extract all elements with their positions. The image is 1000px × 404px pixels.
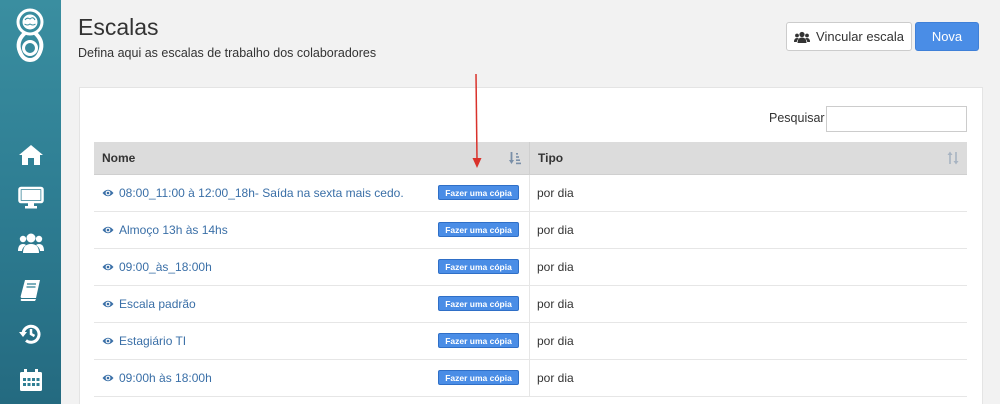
search-label: Pesquisar [769,111,825,125]
schedule-name-link[interactable]: Estagiário TI [119,334,186,348]
column-header-tipo[interactable]: Tipo [530,142,967,174]
sort-ascending-icon[interactable] [509,151,521,165]
schedule-type: por dia [537,334,574,348]
history-icon[interactable] [18,322,44,346]
book-icon[interactable] [18,278,44,302]
table-header: Nome Tipo [94,142,967,175]
home-icon[interactable] [18,143,44,167]
cell-tipo: por dia [530,212,967,248]
schedule-type: por dia [537,371,574,385]
monitor-icon[interactable] [18,186,44,210]
cell-nome: Estagiário TI Fazer uma cópia [94,323,530,359]
search-input[interactable] [826,106,967,132]
copy-schedule-button[interactable]: Fazer uma cópia [438,370,519,385]
cell-nome: Almoço 13h às 14hs Fazer uma cópia [94,212,530,248]
annotation-arrow-icon [472,74,482,168]
copy-schedule-button[interactable]: Fazer uma cópia [438,222,519,237]
table-row: Escala padrão Fazer uma cópia por dia [94,286,967,323]
cell-nome: 09:00h às 18:00h Fazer uma cópia [94,360,530,396]
eye-icon[interactable] [102,188,114,198]
sort-both-icon[interactable] [947,151,959,165]
copy-schedule-button[interactable]: Fazer uma cópia [438,259,519,274]
cell-nome: 08:00_11:00 à 12:00_18h- Saída na sexta … [94,175,530,211]
table-row: Estagiário TI Fazer uma cópia por dia [94,323,967,360]
schedule-type: por dia [537,223,574,237]
table-row: Almoço 13h às 14hs Fazer uma cópia por d… [94,212,967,249]
copy-schedule-label: Fazer uma cópia [445,261,512,272]
column-header-nome[interactable]: Nome [94,142,530,174]
table-row: 08:00_11:00 à 12:00_18h- Saída na sexta … [94,175,967,212]
copy-schedule-label: Fazer uma cópia [445,224,512,235]
cell-nome: 09:00_às_18:00h Fazer uma cópia [94,249,530,285]
column-tipo-label: Tipo [538,151,564,165]
users-icon [794,31,811,43]
cell-tipo: por dia [530,360,967,396]
page-subtitle: Defina aqui as escalas de trabalho dos c… [78,46,377,60]
schedules-table: Nome Tipo 08:00_11:00 à 12:00_18h- Saída… [94,142,967,397]
sidebar [0,0,61,404]
brain-logo-icon[interactable] [13,8,47,64]
copy-schedule-label: Fazer uma cópia [445,187,512,198]
column-nome-label: Nome [102,151,136,165]
cell-tipo: por dia [530,286,967,322]
eye-icon[interactable] [102,262,114,272]
copy-schedule-button[interactable]: Fazer uma cópia [438,185,519,200]
schedule-name-link[interactable]: Almoço 13h às 14hs [119,223,228,237]
eye-icon[interactable] [102,299,114,309]
table-row: 09:00_às_18:00h Fazer uma cópia por dia [94,249,967,286]
schedule-type: por dia [537,297,574,311]
link-schedule-label: Vincular escala [816,29,904,44]
table-body: 08:00_11:00 à 12:00_18h- Saída na sexta … [94,175,967,397]
copy-schedule-button[interactable]: Fazer uma cópia [438,333,519,348]
schedule-type: por dia [537,186,574,200]
schedule-name-link[interactable]: 08:00_11:00 à 12:00_18h- Saída na sexta … [119,186,404,200]
page-title: Escalas [78,14,159,40]
eye-icon[interactable] [102,225,114,235]
calendar-icon[interactable] [18,368,44,392]
cell-tipo: por dia [530,323,967,359]
schedule-name-link[interactable]: 09:00h às 18:00h [119,371,212,385]
link-schedule-button[interactable]: Vincular escala [786,22,912,51]
new-schedule-label: Nova [931,29,963,44]
eye-icon[interactable] [102,336,114,346]
schedule-type: por dia [537,260,574,274]
users-icon[interactable] [18,231,44,255]
cell-nome: Escala padrão Fazer uma cópia [94,286,530,322]
schedule-name-link[interactable]: Escala padrão [119,297,196,311]
schedule-name-link[interactable]: 09:00_às_18:00h [119,260,212,274]
new-schedule-button[interactable]: Nova [915,22,979,51]
copy-schedule-label: Fazer uma cópia [445,372,512,383]
copy-schedule-label: Fazer uma cópia [445,298,512,309]
copy-schedule-button[interactable]: Fazer uma cópia [438,296,519,311]
copy-schedule-label: Fazer uma cópia [445,335,512,346]
cell-tipo: por dia [530,175,967,211]
eye-icon[interactable] [102,373,114,383]
cell-tipo: por dia [530,249,967,285]
table-row: 09:00h às 18:00h Fazer uma cópia por dia [94,360,967,397]
